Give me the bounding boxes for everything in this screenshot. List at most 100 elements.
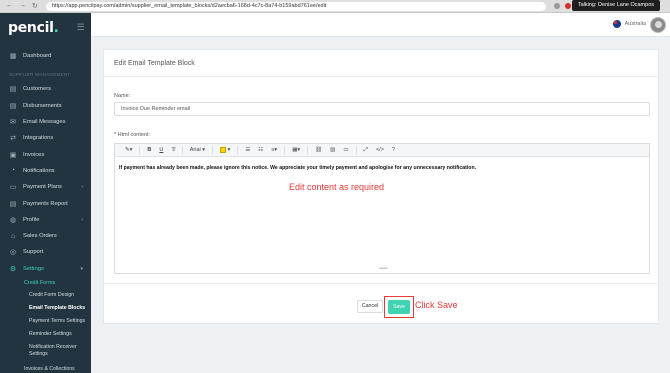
sidebar-item-label: Disbursements <box>23 102 62 109</box>
submenu-item-email-template-blocks[interactable]: Email Template Blocks <box>0 302 91 315</box>
help-icon[interactable]: ? <box>388 144 399 157</box>
dashboard-icon: ▦ <box>9 53 17 61</box>
sidebar-item-profile[interactable]: ◍ Profile › <box>0 212 91 228</box>
align-icon[interactable]: ≡▾ <box>267 144 281 157</box>
sidebar-item-label: Customers <box>23 86 52 93</box>
users-icon: ▤ <box>9 86 17 94</box>
star-icon[interactable] <box>553 3 560 9</box>
sidebar-item-integrations[interactable]: ⇄ Integrations <box>0 130 91 146</box>
sidebar-item-label: Email Messages <box>23 119 66 126</box>
save-button[interactable]: Save <box>388 300 410 314</box>
chevron-icon: ▾ <box>80 265 83 272</box>
toolbar-divider <box>139 146 141 154</box>
invoices-icon: ▣ <box>9 151 17 159</box>
report-icon: ▤ <box>9 200 17 208</box>
cancel-button[interactable]: Cancel <box>357 300 383 313</box>
sidebar-item-support[interactable]: ◎ Support <box>0 244 91 260</box>
reload-icon[interactable]: ↻ <box>32 2 38 10</box>
sidebar-item-payments-report[interactable]: ▤ Payments Report <box>0 195 91 211</box>
sidebar-item-label: Notifications <box>23 167 55 174</box>
settings-icon: ⚙ <box>9 265 17 273</box>
code-view-icon[interactable]: </> <box>372 144 388 157</box>
sidebar-item-disbursements[interactable]: ▤ Disbursements <box>0 98 91 114</box>
sidebar-item-label: Sales Orders <box>23 233 57 240</box>
sidebar-item-label: Payment Plans <box>23 184 62 191</box>
email-icon: ✉ <box>10 119 16 127</box>
extension-icon[interactable] <box>564 3 571 9</box>
numbered-list-icon[interactable]: ☷ <box>254 144 267 157</box>
chevron-icon: › <box>81 216 83 223</box>
sidebar-item-payment-plans[interactable]: ▭ Payment Plans › <box>0 179 91 195</box>
sidebar-item-label: Integrations <box>23 135 54 142</box>
top-header: Australia <box>91 13 670 37</box>
avatar[interactable] <box>650 17 666 33</box>
annotation-save-note: Click Save <box>415 300 458 310</box>
video-icon[interactable]: ▭ <box>339 144 352 157</box>
region-selector[interactable]: Australia <box>612 20 646 28</box>
font-family-value: Arial <box>189 146 201 153</box>
logo-text: pencil. <box>8 19 59 36</box>
link-icon[interactable]: ⛓ <box>311 144 326 157</box>
highlight-color-icon[interactable]: ▾ <box>216 144 234 157</box>
sidebar-item-label: Invoices <box>23 151 45 158</box>
sidebar-item-invoices[interactable]: ▣ Invoices <box>0 146 91 162</box>
sidebar-item-label: Profile <box>23 216 40 223</box>
table-icon[interactable]: ▦▾ <box>288 144 304 157</box>
sidebar-item-label: Dashboard <box>23 53 52 60</box>
toolbar-divider <box>237 146 239 154</box>
australia-flag-icon <box>612 20 621 28</box>
toolbar-divider <box>307 146 309 154</box>
image-icon[interactable]: ▨ <box>326 144 339 157</box>
sidebar-section-label: SUPPLIER MANAGEMENT <box>9 72 71 78</box>
name-input[interactable]: Invoice Due Reminder email <box>114 102 650 116</box>
bold-icon[interactable]: B <box>143 144 155 157</box>
sidebar-item-label: Settings <box>23 265 44 272</box>
logo[interactable]: pencil. ☰ <box>0 13 91 42</box>
chevron-icon: › <box>81 184 83 191</box>
bullet-list-icon[interactable]: ☰ <box>241 144 254 157</box>
html-editor[interactable]: ✎▾ B U T̸ Arial ▾ ▾ ☰ ☷ ≡▾ ▦▾ ⛓ ▨ ▭ ⤢ </… <box>114 143 650 274</box>
submenu-item-credit-form-design[interactable]: Credit Form Design <box>0 289 91 302</box>
sidebar-item-customers[interactable]: ▤ Customers <box>0 81 91 97</box>
forward-icon[interactable]: → <box>19 2 26 10</box>
toolbar-divider <box>355 146 357 154</box>
notice-text: If payment has already been made, please… <box>119 165 477 171</box>
html-content-label: * Html content: <box>114 132 151 138</box>
edit-template-card: Edit Email Template Block Name: Invoice … <box>103 49 660 324</box>
resize-handle-icon[interactable]: ═══ <box>379 266 388 272</box>
sidebar-item-credit-forms[interactable]: Credit Forms <box>0 277 91 289</box>
sidebar-item-dashboard[interactable]: ▦ Dashboard <box>0 48 91 64</box>
support-icon: ◎ <box>9 249 17 257</box>
editor-content[interactable]: If payment has already been made, please… <box>115 157 649 274</box>
underline-icon[interactable]: U <box>155 144 167 157</box>
integrations-icon: ⇄ <box>10 135 16 143</box>
disbursements-icon: ▤ <box>9 102 17 110</box>
sidebar-item-label: Payments Report <box>23 200 68 207</box>
annotation-edit-note: Edit content as required <box>289 182 385 192</box>
bell-icon: ◔ <box>10 167 16 175</box>
page-title: Edit Email Template Block <box>104 50 658 77</box>
sidebar-item-settings[interactable]: ⚙ Settings ▾ <box>0 261 91 277</box>
back-icon[interactable]: ← <box>6 2 13 10</box>
credit-forms-submenu: Credit Form Design Email Template Blocks P… <box>0 289 91 373</box>
submenu-item-reminder-settings[interactable]: Reminder Settings <box>0 328 91 341</box>
toolbar-divider <box>181 146 183 154</box>
sidebar-item-sales-orders[interactable]: ⌂ Sales Orders <box>0 228 91 244</box>
editor-toolbar: ✎▾ B U T̸ Arial ▾ ▾ ☰ ☷ ≡▾ ▦▾ ⛓ ▨ ▭ ⤢ </… <box>115 144 649 157</box>
sidebar-item-email-messages[interactable]: ✉ Email Messages <box>0 114 91 130</box>
sidebar-nav: ▤ Customers ▤ Disbursements ✉ Email Messages ⇄… <box>0 81 91 277</box>
address-bar[interactable]: https://app.pencilpay.com/admin/supplier… <box>45 1 546 11</box>
sidebar: pencil. ☰ ▦ Dashboard SUPPLIER MANAGEMEN… <box>0 13 91 373</box>
submenu-item-payment-terms-settings[interactable]: Payment Terms Settings <box>0 315 91 328</box>
browser-toolbar: ← → ↻ https://app.pencilpay.com/admin/su… <box>0 0 670 13</box>
toolbar-divider <box>212 146 214 154</box>
style-dropdown-icon[interactable]: ✎▾ <box>121 144 136 157</box>
submenu-item-notification-receiver-settings[interactable]: Notification Receiver Settings <box>0 341 91 361</box>
region-label: Australia <box>624 21 646 27</box>
hamburger-icon[interactable]: ☰ <box>77 22 85 33</box>
fullscreen-icon[interactable]: ⤢ <box>360 144 372 157</box>
submenu-item-invoices-collections[interactable]: Invoices & Collections <box>0 363 91 373</box>
sidebar-item-notifications[interactable]: ◔ Notifications <box>0 163 91 179</box>
font-family-select[interactable]: Arial ▾ <box>186 144 209 157</box>
clear-format-icon[interactable]: T̸ <box>167 144 178 157</box>
